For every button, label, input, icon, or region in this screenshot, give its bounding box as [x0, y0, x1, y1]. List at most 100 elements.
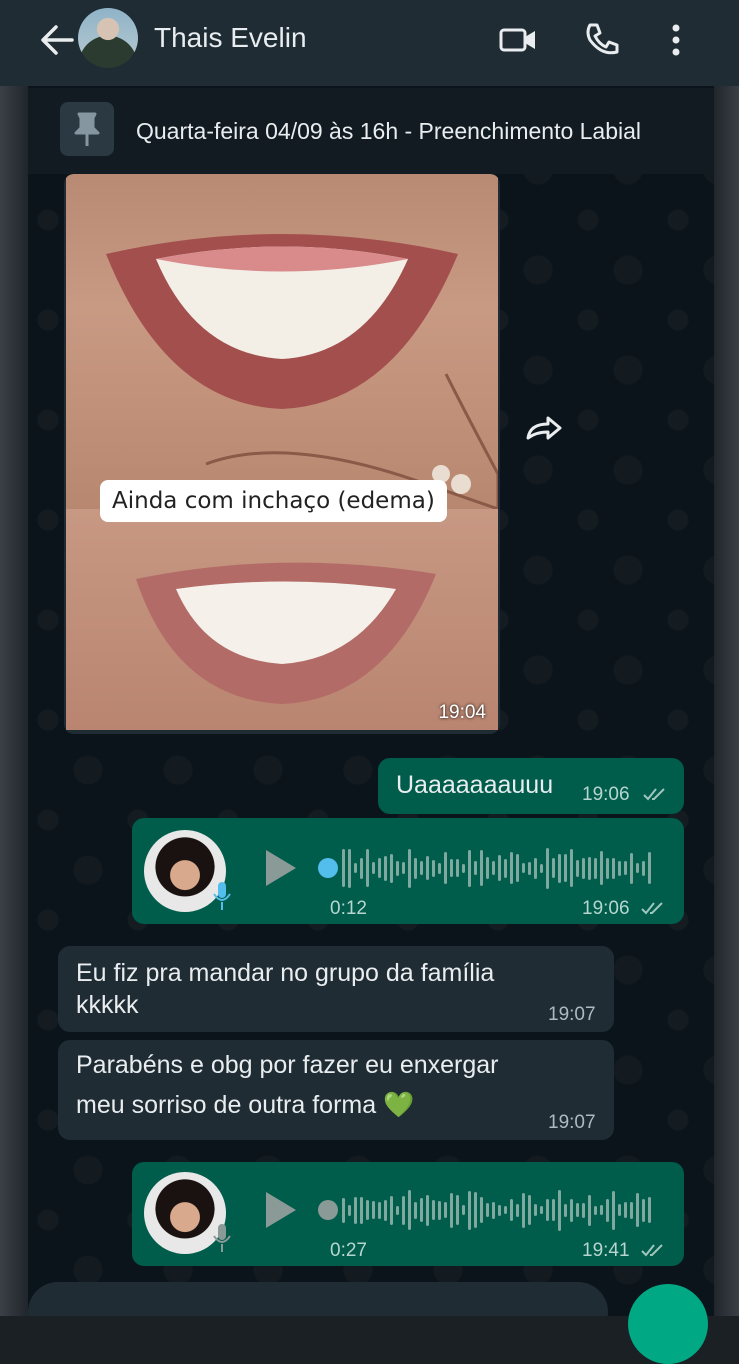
waveform-bar: [486, 857, 489, 879]
progress-dot[interactable]: [318, 1200, 338, 1220]
forward-icon[interactable]: [524, 414, 564, 444]
waveform[interactable]: [342, 846, 651, 890]
play-button[interactable]: [262, 1190, 298, 1230]
waveform-bar: [444, 852, 447, 884]
waveform-bar: [408, 848, 411, 888]
message-time: 19:04: [438, 702, 486, 723]
waveform-bar: [366, 849, 369, 887]
waveform-bar: [420, 861, 423, 875]
message-time: 19:07: [548, 1112, 596, 1133]
waveform-bar: [558, 1189, 561, 1231]
waveform-bar: [462, 863, 465, 873]
outgoing-voice-message[interactable]: 0:27 19:41: [132, 1162, 684, 1266]
waveform-bar: [504, 858, 507, 878]
phone-icon[interactable]: [582, 20, 622, 60]
waveform-bar: [408, 1190, 411, 1230]
waveform-bar: [378, 858, 381, 878]
waveform[interactable]: [342, 1188, 651, 1232]
outgoing-voice-message[interactable]: 0:12 19:06: [132, 818, 684, 924]
waveform-bar: [552, 1199, 555, 1221]
chat-area[interactable]: 19:04 Ainda com inchaço (edema) Uaaaaaaa…: [28, 0, 714, 1316]
waveform-bar: [498, 855, 501, 881]
more-vert-icon[interactable]: [656, 20, 696, 60]
waveform-bar: [618, 860, 621, 876]
waveform-bar: [444, 1202, 447, 1218]
voice-duration: 0:27: [330, 1240, 367, 1261]
pin-icon: [60, 102, 114, 156]
waveform-bar: [432, 859, 435, 877]
mic-send-button[interactable]: [628, 1284, 708, 1364]
waveform-bar: [420, 1198, 423, 1222]
contact-avatar[interactable]: [78, 8, 138, 68]
message-text-line2: meu sorriso de outra forma 💚: [76, 1091, 415, 1119]
waveform-bar: [642, 860, 645, 876]
waveform-bar: [588, 856, 591, 880]
waveform-bar: [426, 856, 429, 880]
outgoing-text-message[interactable]: Uaaaaaaauuu 19:06: [378, 758, 684, 814]
message-text-line1: Eu fiz pra mandar no grupo da família: [76, 959, 495, 987]
image-message[interactable]: 19:04: [64, 174, 500, 734]
waveform-bar: [390, 853, 393, 883]
waveform-bar: [516, 1203, 519, 1217]
waveform-bar: [474, 1192, 477, 1228]
waveform-bar: [348, 1204, 351, 1216]
waveform-bar: [558, 853, 561, 883]
waveform-bar: [612, 1190, 615, 1230]
mic-icon: [213, 882, 231, 910]
mic-icon: [213, 1224, 231, 1252]
message-input[interactable]: [28, 1282, 608, 1316]
waveform-bar: [630, 852, 633, 884]
read-ticks-icon: [643, 788, 665, 801]
waveform-bar: [624, 1202, 627, 1218]
waveform-bar: [510, 1199, 513, 1221]
message-text: Uaaaaaaauuu: [396, 771, 554, 799]
pinned-text: Quarta-feira 04/09 às 16h - Preenchiment…: [136, 118, 642, 144]
incoming-text-message[interactable]: Parabéns e obg por fazer eu enxergar meu…: [58, 1040, 614, 1140]
waveform-bar: [528, 1195, 531, 1225]
waveform-bar: [456, 859, 459, 877]
photo-before: [66, 174, 500, 512]
message-text-line2: kkkkk: [76, 991, 139, 1019]
play-button[interactable]: [262, 848, 298, 888]
waveform-bar: [630, 1201, 633, 1219]
waveform-bar: [564, 854, 567, 882]
waveform-bar: [474, 861, 477, 875]
waveform-bar: [486, 1203, 489, 1217]
incoming-text-message[interactable]: Eu fiz pra mandar no grupo da família kk…: [58, 946, 614, 1032]
image-caption: Ainda com inchaço (edema): [100, 480, 447, 522]
waveform-bar: [600, 851, 603, 885]
message-time: 19:07: [548, 1004, 596, 1025]
waveform-bar: [396, 860, 399, 876]
waveform-bar: [480, 850, 483, 886]
waveform-bar: [450, 859, 453, 877]
progress-dot[interactable]: [318, 858, 338, 878]
waveform-bar: [402, 862, 405, 874]
waveform-bar: [498, 1204, 501, 1216]
waveform-bar: [366, 1200, 369, 1220]
waveform-bar: [402, 1195, 405, 1225]
waveform-bar: [582, 857, 585, 879]
waveform-bar: [522, 863, 525, 873]
waveform-bar: [360, 857, 363, 879]
pinned-message-bar[interactable]: Quarta-feira 04/09 às 16h - Preenchiment…: [28, 88, 714, 174]
screen-edge-right: [714, 0, 739, 1316]
waveform-bar: [600, 1205, 603, 1215]
message-time: 19:06: [582, 784, 630, 805]
waveform-bar: [540, 1206, 543, 1214]
waveform-bar: [534, 1204, 537, 1216]
waveform-bar: [570, 1198, 573, 1222]
waveform-bar: [594, 1205, 597, 1215]
video-call-icon[interactable]: [498, 20, 538, 60]
back-arrow-icon[interactable]: [38, 22, 78, 58]
waveform-bar: [636, 863, 639, 873]
voice-duration: 0:12: [330, 898, 367, 919]
waveform-bar: [564, 1203, 567, 1217]
waveform-bar: [354, 863, 357, 873]
message-time: 19:41: [582, 1240, 630, 1261]
message-text-line1: Parabéns e obg por fazer eu enxergar: [76, 1051, 499, 1079]
waveform-bar: [552, 858, 555, 878]
contact-name[interactable]: Thais Evelin: [154, 22, 307, 54]
waveform-bar: [606, 1198, 609, 1222]
waveform-bar: [414, 1201, 417, 1219]
message-time: 19:06: [582, 898, 630, 919]
